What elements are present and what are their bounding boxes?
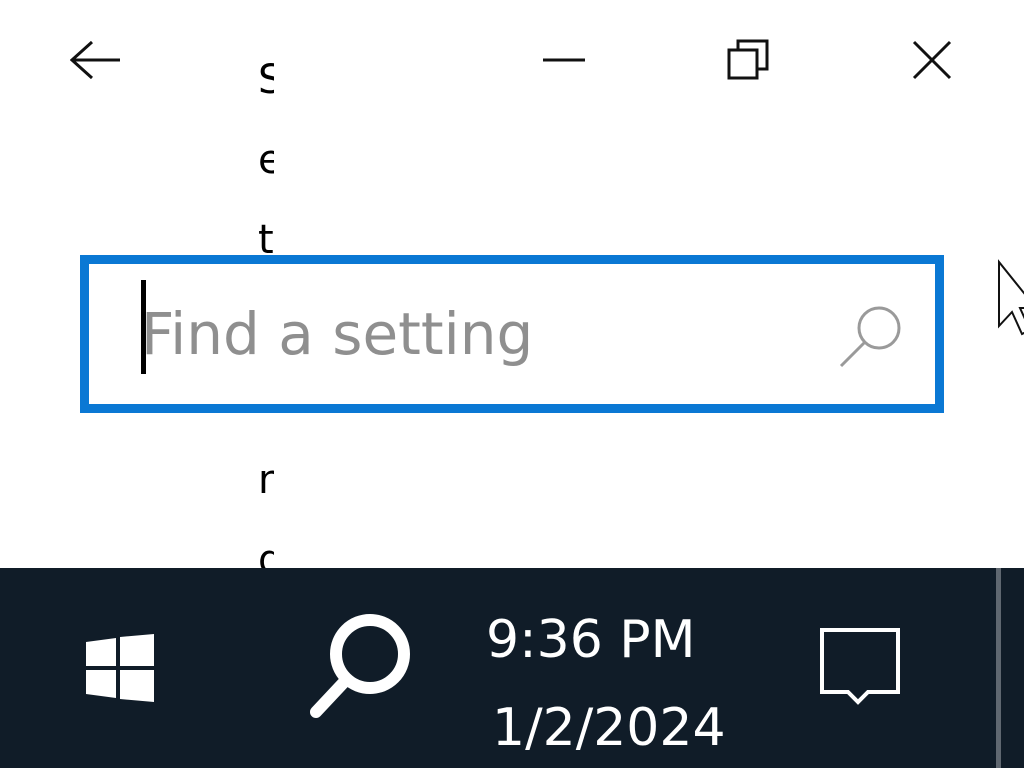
minimize-button[interactable]: [528, 24, 600, 96]
close-button[interactable]: [896, 24, 968, 96]
title-glyph: e: [258, 137, 274, 183]
search-input[interactable]: [141, 282, 821, 386]
mouse-pointer-icon: [998, 259, 1024, 336]
action-center-button[interactable]: [800, 608, 920, 728]
windows-logo-icon: [86, 634, 154, 702]
settings-window: S e t t i n g s: [0, 0, 1024, 568]
clock-time: 9:36 PM: [486, 610, 696, 670]
search-submit-button[interactable]: [835, 300, 911, 376]
clock-date: 1/2/2024: [492, 698, 726, 758]
search-icon: [310, 614, 410, 718]
title-glyph: S: [258, 57, 274, 103]
restore-icon: [727, 39, 769, 80]
back-button[interactable]: [60, 24, 132, 96]
start-button[interactable]: [60, 608, 180, 728]
settings-search-box[interactable]: [80, 255, 944, 413]
close-icon: [912, 40, 952, 80]
search-icon: [839, 306, 901, 368]
taskbar-search-button[interactable]: [290, 598, 430, 738]
arrow-left-icon: [70, 40, 120, 80]
text-caret: [141, 280, 146, 374]
minimize-icon: [543, 58, 585, 62]
title-glyph: n: [258, 457, 274, 503]
taskbar-clock[interactable]: 9:36 PM 1/2/2024: [470, 588, 760, 758]
show-desktop-button[interactable]: [996, 568, 1001, 768]
taskbar: 9:36 PM 1/2/2024: [0, 568, 1024, 768]
notification-icon: [820, 628, 900, 705]
restore-button[interactable]: [712, 24, 784, 96]
title-glyph: g: [258, 537, 274, 568]
